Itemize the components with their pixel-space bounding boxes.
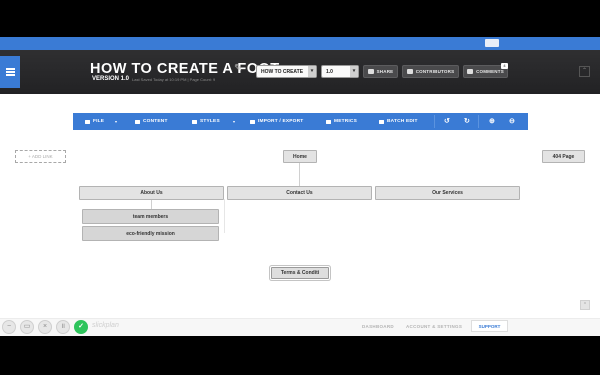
version-select[interactable]: 1.0 ▾	[321, 65, 359, 78]
comment-icon	[467, 69, 474, 74]
comments-label: COMMENTS	[476, 69, 504, 74]
page-select[interactable]: HOW TO CREATE ▾	[256, 65, 317, 78]
strip-tag	[485, 39, 499, 47]
node-home[interactable]: Home	[283, 150, 317, 163]
save-info: Last Saved Today at 10:19 PM | Page Coun…	[132, 77, 216, 82]
share-icon	[367, 69, 374, 74]
collapse-header-button[interactable]: ⌃	[579, 66, 590, 77]
undo-icon[interactable]: ↺	[444, 117, 450, 125]
menu-button[interactable]	[0, 56, 20, 88]
pause-icon[interactable]: ॥	[56, 320, 70, 334]
toolbar-divider	[478, 115, 479, 128]
batch-edit-label: BATCH EDIT	[387, 119, 418, 124]
redo-icon[interactable]: ↻	[464, 117, 470, 125]
chevron-down-icon: ▾	[350, 66, 358, 77]
connector-line	[224, 199, 225, 233]
chevron-down-icon: ▾	[308, 66, 316, 77]
contributors-button[interactable]: CONTRIBUTORS	[402, 65, 459, 78]
node-eco-friendly-mission[interactable]: eco-friendly mission	[82, 226, 219, 241]
metrics-label: METRICS	[334, 119, 357, 124]
toolbar-divider	[434, 115, 435, 128]
comments-badge: 4	[501, 63, 508, 69]
file-label: FILE	[93, 119, 105, 124]
page-title[interactable]: HOW TO CREATE A FOOT	[90, 61, 280, 77]
connector-line	[151, 199, 152, 209]
import-export-menu[interactable]: IMPORT / EXPORT	[250, 113, 303, 130]
node-contact-us[interactable]: Contact Us	[227, 186, 372, 200]
screen-icon[interactable]: ▭	[20, 320, 34, 334]
users-icon	[406, 69, 413, 74]
node-404-page[interactable]: 404 Page	[542, 150, 585, 163]
file-menu[interactable]: FILE	[85, 113, 104, 130]
dashboard-link[interactable]: DASHBOARD	[362, 324, 394, 329]
scroll-top-button[interactable]: ⌃	[580, 300, 590, 310]
version-select-value: 1.0	[326, 69, 333, 75]
import-export-icon	[250, 119, 255, 124]
zoom-out-icon[interactable]: ⊖	[509, 117, 515, 125]
app-frame: HOW TO CREATE A FOOT ✎ VERSION 1.0 Last …	[0, 0, 600, 375]
metrics-menu[interactable]: METRICS	[326, 113, 357, 130]
share-label: SHARE	[376, 69, 394, 74]
top-strip	[0, 37, 600, 50]
node-terms[interactable]: Terms & Conditi	[271, 267, 329, 279]
batch-edit-icon	[379, 119, 384, 124]
hamburger-icon	[5, 68, 15, 76]
batch-edit-menu[interactable]: BATCH EDIT	[379, 113, 418, 130]
contributors-label: CONTRIBUTORS	[415, 69, 455, 74]
styles-menu[interactable]: STYLES	[192, 113, 220, 130]
connector-line	[299, 163, 300, 187]
support-button[interactable]: SUPPORT	[471, 320, 508, 332]
node-team-members[interactable]: team members	[82, 209, 219, 224]
page-select-value: HOW TO CREATE	[261, 69, 304, 75]
folder-icon	[85, 119, 90, 124]
minus-icon[interactable]: −	[2, 320, 16, 334]
version-label: VERSION 1.0	[92, 76, 130, 82]
styles-label: STYLES	[200, 119, 220, 124]
chevron-down-icon: ▾	[233, 119, 236, 124]
close-icon[interactable]: ×	[38, 320, 52, 334]
add-link-button[interactable]: + ADD LINK	[15, 150, 66, 163]
letterbox-top	[0, 0, 600, 37]
content-label: CONTENT	[143, 119, 168, 124]
chevron-down-icon: ▾	[115, 119, 118, 124]
pencil-icon[interactable]: ✎	[234, 63, 242, 74]
share-button[interactable]: SHARE	[363, 65, 398, 78]
import-export-label: IMPORT / EXPORT	[258, 119, 304, 124]
node-our-services[interactable]: Our Services	[375, 186, 520, 200]
metrics-icon	[326, 119, 331, 124]
footer-bar	[0, 318, 600, 337]
zoom-in-icon[interactable]: ⊕	[489, 117, 495, 125]
check-icon[interactable]: ✓	[74, 320, 88, 334]
content-icon	[135, 119, 140, 124]
node-about-us[interactable]: About Us	[79, 186, 224, 200]
letterbox-bottom	[0, 336, 600, 375]
content-menu[interactable]: CONTENT	[135, 113, 168, 130]
brand-wordmark: slickplan	[92, 322, 119, 329]
account-settings-link[interactable]: ACCOUNT & SETTINGS	[406, 324, 462, 329]
brush-icon	[192, 119, 197, 124]
